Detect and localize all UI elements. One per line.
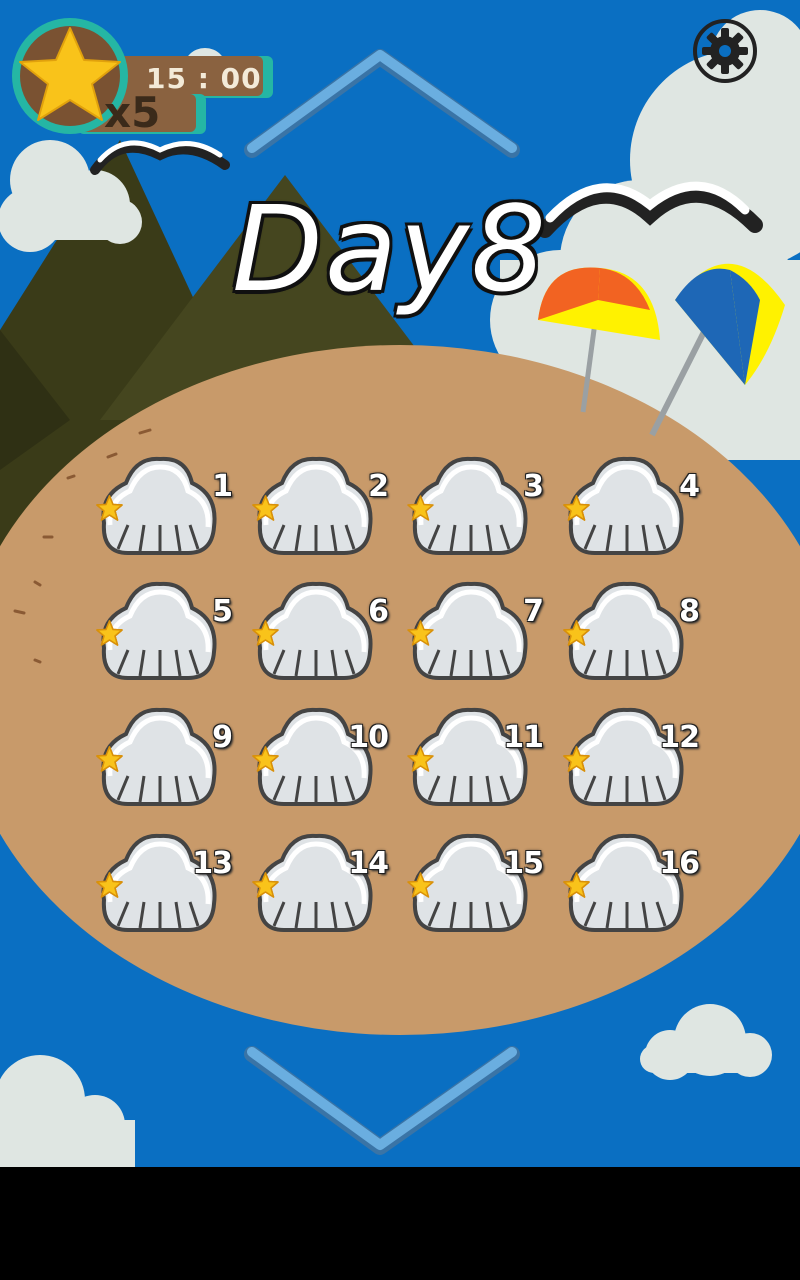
star-rating	[96, 620, 220, 650]
level-number: 6	[368, 594, 389, 629]
level-number: 11	[503, 720, 544, 755]
level-button[interactable]: 11	[407, 706, 544, 816]
level-button[interactable]: 3	[407, 455, 544, 565]
level-button[interactable]: 9	[96, 706, 233, 816]
star-icon	[252, 746, 279, 772]
level-number: 10	[348, 720, 389, 755]
level-number: 13	[192, 846, 233, 881]
level-number: 7	[523, 594, 544, 629]
star-icon	[563, 872, 590, 898]
level-button[interactable]: 4	[563, 455, 700, 565]
level-button[interactable]: 8	[563, 580, 700, 690]
star-rating	[252, 620, 376, 650]
star-rating	[96, 495, 220, 525]
star-icon	[96, 872, 123, 898]
star-icon	[407, 872, 434, 898]
star-icon	[96, 495, 123, 521]
star-rating	[563, 495, 687, 525]
star-icon	[252, 872, 279, 898]
star-icon	[96, 620, 123, 646]
star-icon	[252, 620, 279, 646]
level-number: 16	[659, 846, 700, 881]
star-rating	[563, 620, 687, 650]
star-rating	[407, 495, 531, 525]
star-rating	[96, 746, 220, 776]
day-title: Day8	[231, 180, 549, 318]
chevron-up-icon[interactable]	[240, 45, 525, 165]
level-number: 15	[503, 846, 544, 881]
star-icon	[563, 746, 590, 772]
star-icon	[96, 746, 123, 772]
level-button[interactable]: 5	[96, 580, 233, 690]
level-number: 4	[679, 469, 700, 504]
level-number: 12	[659, 720, 700, 755]
star-rating	[407, 620, 531, 650]
star-icon	[407, 495, 434, 521]
level-number: 2	[368, 469, 389, 504]
star-icon	[407, 746, 434, 772]
star-icon	[252, 495, 279, 521]
level-number: 14	[348, 846, 389, 881]
level-button[interactable]: 15	[407, 832, 544, 942]
level-number: 8	[679, 594, 700, 629]
level-number: 9	[212, 720, 233, 755]
level-number: 1	[212, 469, 233, 504]
level-number: 5	[212, 594, 233, 629]
star-icon	[563, 620, 590, 646]
level-number: 3	[523, 469, 544, 504]
chevron-down-icon[interactable]	[240, 1042, 525, 1162]
level-button[interactable]: 10	[252, 706, 389, 816]
game-scene: 15 : 00 x5 Day8 1 2 3 4 5 6 7 8 9 10 11 12 13 14 15 16	[0, 0, 800, 1167]
star-rating	[252, 495, 376, 525]
level-button[interactable]: 7	[407, 580, 544, 690]
level-button[interactable]: 2	[252, 455, 389, 565]
level-button[interactable]: 12	[563, 706, 700, 816]
level-button[interactable]: 14	[252, 832, 389, 942]
level-button[interactable]: 16	[563, 832, 700, 942]
level-button[interactable]: 1	[96, 455, 233, 565]
level-button[interactable]: 6	[252, 580, 389, 690]
star-icon	[563, 495, 590, 521]
gear-icon[interactable]	[690, 16, 760, 86]
star-icon	[407, 620, 434, 646]
level-button[interactable]: 13	[96, 832, 233, 942]
star-count-text: x5	[104, 88, 161, 137]
